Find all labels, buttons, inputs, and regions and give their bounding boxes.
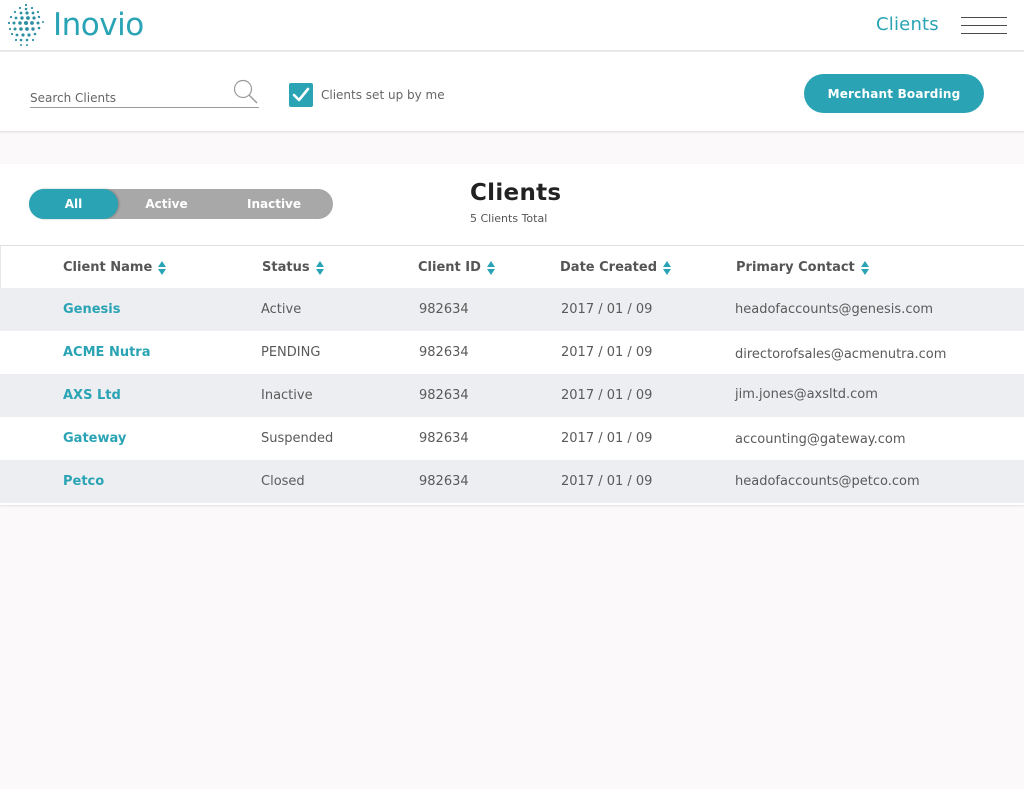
client-name-link[interactable]: Gateway	[63, 417, 126, 460]
client-date-created: 2017 / 01 / 09	[561, 388, 653, 403]
column-header-label: Primary Contact	[736, 260, 855, 275]
table-row[interactable]: Gateway Suspended 982634 2017 / 01 / 09 …	[0, 417, 1024, 460]
client-primary-contact: headofaccounts@petco.com	[735, 474, 920, 489]
client-date-created: 2017 / 01 / 09	[561, 431, 653, 446]
client-primary-contact: headofaccounts@genesis.com	[735, 302, 934, 317]
logo[interactable]: Inovio	[6, 2, 154, 48]
client-primary-contact: accounting@gateway.com	[735, 432, 906, 447]
column-header-label: Client Name	[63, 260, 153, 275]
column-header-label: Client ID	[418, 260, 481, 275]
sort-arrows-icon	[158, 260, 167, 275]
client-status: Closed	[261, 474, 305, 489]
filter-active[interactable]: Active	[118, 189, 215, 219]
hamburger-menu-icon[interactable]	[961, 16, 1007, 36]
checkmark-icon	[292, 87, 310, 102]
table-row[interactable]: Petco Closed 982634 2017 / 01 / 09 heado…	[0, 460, 1024, 503]
client-primary-contact: directorofsales@acmenutra.com	[735, 347, 947, 362]
sort-arrows-icon	[860, 260, 869, 275]
client-id: 982634	[419, 345, 469, 360]
column-header-primary-contact[interactable]: Primary Contact	[736, 246, 869, 289]
client-name-link[interactable]: ACME Nutra	[63, 331, 150, 374]
client-date-created: 2017 / 01 / 09	[561, 345, 653, 360]
client-id: 982634	[419, 302, 469, 317]
status-filter-toggle: All Active Inactive	[29, 189, 333, 219]
logo-icon	[7, 3, 44, 46]
merchant-boarding-button[interactable]: Merchant Boarding	[804, 74, 984, 113]
search-field	[30, 78, 259, 108]
sort-arrows-icon	[315, 260, 324, 275]
client-name-link[interactable]: Genesis	[63, 288, 121, 331]
menu-line	[961, 17, 1007, 18]
logo-text: Inovio	[53, 7, 144, 43]
column-header-date-created[interactable]: Date Created	[560, 246, 671, 289]
menu-line	[961, 25, 1007, 26]
client-status: Suspended	[261, 431, 334, 446]
clients-total-count: 5 Clients Total	[470, 212, 548, 225]
client-id: 982634	[419, 474, 469, 489]
client-id: 982634	[419, 388, 469, 403]
top-header: Inovio Clients	[0, 0, 1024, 51]
client-id: 982634	[419, 431, 469, 446]
column-header-label: Status	[262, 260, 310, 275]
clients-set-up-by-me-checkbox[interactable]	[289, 83, 313, 107]
client-status: Active	[261, 302, 302, 317]
client-status: Inactive	[261, 388, 313, 403]
client-name-link[interactable]: Petco	[63, 460, 104, 503]
column-header-label: Date Created	[560, 260, 657, 275]
table-row[interactable]: Genesis Active 982634 2017 / 01 / 09 hea…	[0, 288, 1024, 331]
nav-page-title: Clients	[876, 14, 939, 35]
table-header: Client Name Status Client ID Date Create…	[0, 245, 1024, 288]
menu-line	[961, 33, 1007, 34]
checkbox-label[interactable]: Clients set up by me	[321, 88, 445, 102]
column-header-status[interactable]: Status	[262, 246, 324, 289]
sort-arrows-icon	[486, 260, 495, 275]
column-header-client-id[interactable]: Client ID	[418, 246, 495, 289]
sort-arrows-icon	[663, 260, 671, 275]
client-primary-contact: jim.jones@axsltd.com	[735, 387, 878, 402]
filter-inactive[interactable]: Inactive	[215, 189, 333, 219]
search-icon[interactable]	[231, 78, 259, 106]
column-header-client-name[interactable]: Client Name	[63, 246, 167, 289]
page-title: Clients	[470, 180, 562, 206]
client-name-link[interactable]: AXS Ltd	[63, 374, 121, 417]
clients-panel: All Active Inactive Clients 5 Clients To…	[0, 164, 1024, 505]
client-date-created: 2017 / 01 / 09	[561, 474, 653, 489]
toolbar: Clients set up by me Merchant Boarding	[0, 52, 1024, 132]
search-input[interactable]	[30, 89, 225, 107]
table-row[interactable]: ACME Nutra PENDING 982634 2017 / 01 / 09…	[0, 331, 1024, 374]
clients-table: Client Name Status Client ID Date Create…	[0, 245, 1024, 503]
table-row[interactable]: AXS Ltd Inactive 982634 2017 / 01 / 09 j…	[0, 374, 1024, 417]
filter-all[interactable]: All	[29, 189, 118, 219]
client-date-created: 2017 / 01 / 09	[561, 302, 653, 317]
client-status: PENDING	[261, 345, 321, 360]
